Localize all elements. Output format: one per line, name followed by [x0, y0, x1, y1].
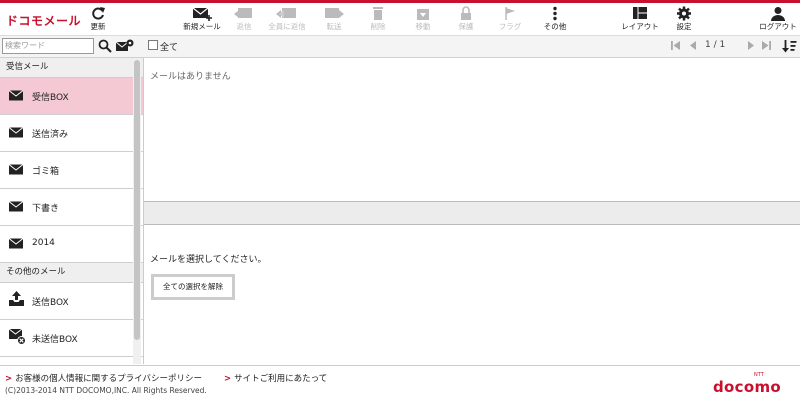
other-button[interactable]: その他	[533, 3, 577, 35]
outbox-icon	[9, 291, 24, 306]
new-mail-button[interactable]: 新規メール	[180, 3, 224, 35]
sidebar-item-drafts[interactable]: 下書き	[0, 189, 143, 226]
layout-button[interactable]: レイアウト	[618, 3, 662, 35]
envelope-icon	[9, 238, 23, 249]
sidebar-item-label: 送信済み	[32, 130, 69, 140]
flag-button[interactable]: フラグ	[488, 3, 532, 35]
envelope-icon	[9, 164, 23, 175]
privacy-link[interactable]: > お客様の個人情報に関するプライバシーポリシー	[5, 372, 202, 384]
terms-link[interactable]: > サイトご利用にあたって	[224, 372, 327, 384]
other-mail-header: その他のメール	[0, 263, 143, 283]
protect-button[interactable]: 保護	[444, 3, 488, 35]
refresh-button[interactable]: 更新	[76, 3, 120, 35]
search-settings-icon[interactable]	[116, 39, 134, 53]
envelope-icon	[9, 201, 23, 212]
page-footer: > お客様の個人情報に関するプライバシーポリシー > サイトご利用にあたって (C)…	[0, 365, 800, 401]
reply-all-label: 全員に返信	[268, 22, 306, 31]
list-toolbar: 検索ワード 全て 1 / 1	[0, 36, 800, 58]
folder-sidebar: 受信メール 受信BOX 送信済み ゴミ箱 下書き 2014 その他のメール 送信…	[0, 58, 144, 364]
reply-button[interactable]: 返信	[222, 3, 266, 35]
prev-page-icon[interactable]	[688, 40, 698, 51]
reply-all-button[interactable]: 全員に返信	[265, 3, 309, 35]
sidebar-item-outbox[interactable]: 送信BOX	[0, 283, 143, 320]
next-page-icon[interactable]	[746, 40, 756, 51]
first-page-icon[interactable]	[670, 40, 682, 51]
sidebar-item-inbox[interactable]: 受信BOX	[0, 78, 143, 115]
forward-button[interactable]: 転送	[312, 3, 356, 35]
select-mail-prompt: メールを選択してください。	[150, 255, 267, 265]
settings-button[interactable]: 設定	[662, 3, 706, 35]
sidebar-item-label: 送信BOX	[32, 298, 69, 308]
more-icon	[553, 6, 557, 21]
forward-icon	[325, 8, 344, 18]
copyright-text: (C)2013-2014 NTT DOCOMO,INC. All Rights …	[5, 386, 207, 395]
logout-label: ログアウト	[759, 22, 797, 31]
flag-icon	[505, 7, 515, 20]
user-icon	[771, 7, 785, 21]
mail-list-pane	[144, 58, 800, 201]
sidebar-item-unsent[interactable]: 未送信BOX	[0, 320, 143, 357]
docomo-logo: docomo	[713, 378, 781, 396]
move-label: 移動	[415, 22, 431, 31]
envelope-icon	[9, 127, 23, 138]
envelope-icon	[9, 90, 23, 101]
refresh-icon	[92, 7, 105, 20]
new-mail-label: 新規メール	[183, 22, 221, 31]
select-all-checkbox[interactable]	[148, 40, 158, 50]
empty-list-message: メールはありません	[150, 72, 231, 82]
compose-icon	[192, 7, 212, 21]
flag-label: フラグ	[498, 22, 522, 31]
search-icon[interactable]	[98, 39, 112, 53]
unsent-mail-icon	[9, 328, 26, 345]
sidebar-item-sent[interactable]: 送信済み	[0, 115, 143, 152]
sidebar-item-label: 受信BOX	[32, 93, 69, 103]
settings-label: 設定	[676, 22, 692, 31]
page-indicator: 1 / 1	[705, 40, 726, 50]
reply-label: 返信	[236, 22, 252, 31]
delete-label: 削除	[370, 22, 386, 31]
refresh-label: 更新	[90, 22, 106, 31]
terms-link-text: サイトご利用にあたって	[234, 374, 328, 384]
layout-label: レイアウト	[621, 22, 659, 31]
search-input[interactable]: 検索ワード	[2, 38, 94, 54]
move-icon	[417, 9, 429, 20]
reply-icon	[234, 8, 252, 18]
sidebar-item-label: 下書き	[32, 204, 60, 214]
trash-icon	[373, 7, 383, 20]
logout-button[interactable]: ログアウト	[756, 3, 800, 35]
sidebar-item-trash[interactable]: ゴミ箱	[0, 152, 143, 189]
app-header: ドコモメール 更新 新規メール 返信 全員に返信 転送 削除 移動 保護 フラグ…	[0, 3, 800, 36]
sort-icon[interactable]	[782, 39, 797, 53]
sidebar-item-label: 未送信BOX	[32, 335, 78, 345]
privacy-link-text: お客様の個人情報に関するプライバシーポリシー	[15, 374, 202, 384]
reply-all-icon	[276, 8, 296, 18]
forward-label: 転送	[326, 22, 342, 31]
clear-selection-button[interactable]: 全ての選択を解除	[151, 274, 235, 300]
sidebar-item-2014[interactable]: 2014	[0, 226, 143, 263]
layout-icon	[633, 7, 647, 19]
sidebar-item-label: 2014	[32, 238, 55, 248]
other-label: その他	[543, 22, 567, 31]
move-button[interactable]: 移動	[401, 3, 445, 35]
lock-icon	[461, 6, 471, 20]
protect-label: 保護	[458, 22, 474, 31]
last-page-icon[interactable]	[760, 40, 772, 51]
gear-icon	[677, 6, 691, 21]
received-mail-header: 受信メール	[0, 58, 143, 78]
pane-divider[interactable]	[144, 201, 800, 225]
sidebar-item-label: ゴミ箱	[32, 167, 60, 177]
sidebar-scroll-thumb[interactable]	[134, 60, 140, 340]
app-logo: ドコモメール	[6, 14, 82, 28]
delete-button[interactable]: 削除	[356, 3, 400, 35]
select-all-label: 全て	[160, 43, 179, 53]
